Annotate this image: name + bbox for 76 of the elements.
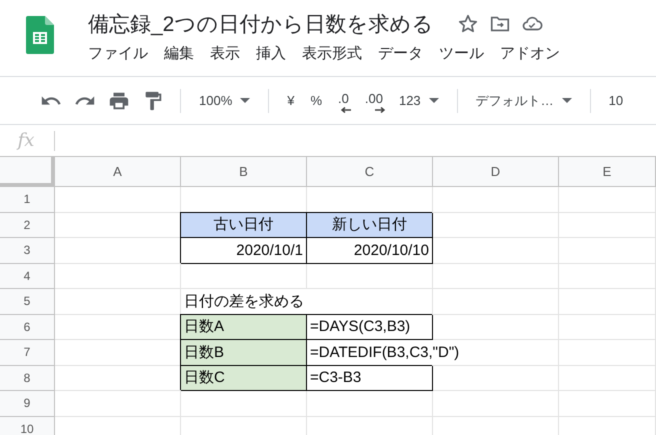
row-header[interactable]: 10 bbox=[0, 416, 55, 435]
table-cell[interactable]: =DATEDIF(B3,C3,"D") bbox=[307, 340, 559, 366]
toolbar-button[interactable]: 10 bbox=[606, 91, 626, 110]
table-cell[interactable] bbox=[559, 187, 656, 212]
table-cell[interactable] bbox=[55, 187, 181, 212]
row-header[interactable]: 5 bbox=[0, 289, 55, 314]
column-header[interactable]: C bbox=[307, 157, 433, 187]
column-header[interactable]: A bbox=[55, 157, 181, 187]
toolbar-button[interactable]: % bbox=[308, 91, 324, 110]
row-header[interactable]: 4 bbox=[0, 264, 55, 289]
table-cell[interactable] bbox=[433, 238, 559, 264]
row-header[interactable]: 7 bbox=[0, 340, 55, 366]
spreadsheet-logo-icon[interactable] bbox=[26, 16, 54, 54]
table-cell[interactable] bbox=[181, 391, 307, 416]
table-cell[interactable] bbox=[559, 366, 656, 391]
table-cell[interactable]: 2020/10/1 bbox=[181, 238, 307, 264]
table-cell[interactable] bbox=[433, 366, 559, 391]
caret-icon bbox=[562, 98, 572, 103]
table-cell[interactable] bbox=[559, 289, 656, 314]
menu-item[interactable]: 挿入 bbox=[256, 44, 286, 63]
column-header[interactable]: B bbox=[181, 157, 307, 187]
toolbar-button[interactable]: ¥ bbox=[285, 91, 296, 110]
left-arrow-icon bbox=[340, 107, 351, 113]
toolbar-dropdown[interactable]: 100% bbox=[197, 91, 252, 110]
menu-item[interactable]: ツール bbox=[439, 44, 484, 63]
table-cell[interactable]: =C3-B3 bbox=[307, 366, 433, 391]
table-cell[interactable] bbox=[433, 187, 559, 212]
table-cell[interactable]: 古い日付 bbox=[181, 212, 307, 238]
table-cell[interactable] bbox=[55, 264, 181, 289]
menu-item[interactable]: 表示 bbox=[210, 44, 240, 63]
table-cell[interactable] bbox=[433, 212, 559, 238]
document-title[interactable]: 備忘録_2つの日付から日数を求める bbox=[88, 10, 434, 38]
table-cell[interactable] bbox=[559, 264, 656, 289]
row-header[interactable]: 1 bbox=[0, 187, 55, 212]
caret-icon bbox=[428, 98, 439, 103]
table-cell[interactable] bbox=[55, 289, 181, 314]
row-header[interactable]: 2 bbox=[0, 212, 55, 238]
menu-item[interactable]: 表示形式 bbox=[302, 44, 362, 63]
table-cell[interactable]: =DAYS(C3,B3) bbox=[307, 314, 433, 340]
right-arrow-icon bbox=[374, 107, 385, 113]
table-cell[interactable] bbox=[559, 238, 656, 264]
table-cell[interactable] bbox=[307, 264, 433, 289]
row-header[interactable]: 8 bbox=[0, 366, 55, 391]
table-cell[interactable]: 新しい日付 bbox=[307, 212, 433, 238]
table-cell[interactable]: 2020/10/10 bbox=[307, 238, 433, 264]
table-cell[interactable] bbox=[559, 212, 656, 238]
column-header[interactable]: D bbox=[433, 157, 559, 187]
table-cell[interactable] bbox=[307, 391, 433, 416]
increase-decimal-button[interactable]: .00 bbox=[362, 89, 385, 112]
menu-item[interactable]: 編集 bbox=[164, 44, 194, 63]
row-header[interactable]: 9 bbox=[0, 391, 55, 416]
table-cell[interactable]: 日数C bbox=[181, 366, 307, 391]
star-icon[interactable] bbox=[457, 13, 480, 35]
table-cell[interactable] bbox=[433, 314, 559, 340]
row-header[interactable]: 6 bbox=[0, 314, 55, 340]
table-cell[interactable] bbox=[433, 289, 559, 314]
menu-item[interactable]: アドオン bbox=[500, 44, 560, 63]
toolbar-dropdown[interactable]: 123 bbox=[396, 91, 441, 110]
select-all-corner[interactable] bbox=[0, 157, 55, 187]
table-cell[interactable] bbox=[181, 264, 307, 289]
menu-item[interactable]: データ bbox=[378, 44, 423, 63]
row-header[interactable]: 3 bbox=[0, 238, 55, 264]
table-cell[interactable] bbox=[433, 391, 559, 416]
decrease-decimal-button[interactable]: .0 bbox=[336, 89, 351, 112]
formula-label: fx bbox=[16, 130, 36, 151]
caret-icon bbox=[240, 98, 250, 103]
table-cell[interactable] bbox=[55, 391, 181, 416]
table-cell[interactable]: 日数A bbox=[181, 314, 307, 340]
column-header[interactable]: E bbox=[559, 157, 656, 187]
menu-item[interactable]: ファイル bbox=[88, 44, 148, 63]
table-cell[interactable] bbox=[559, 391, 656, 416]
table-cell[interactable] bbox=[559, 340, 656, 366]
toolbar-dropdown[interactable]: デフォルト… bbox=[474, 90, 574, 112]
table-cell[interactable] bbox=[559, 314, 656, 340]
table-cell[interactable] bbox=[433, 264, 559, 289]
table-cell[interactable]: 日数B bbox=[181, 340, 307, 366]
